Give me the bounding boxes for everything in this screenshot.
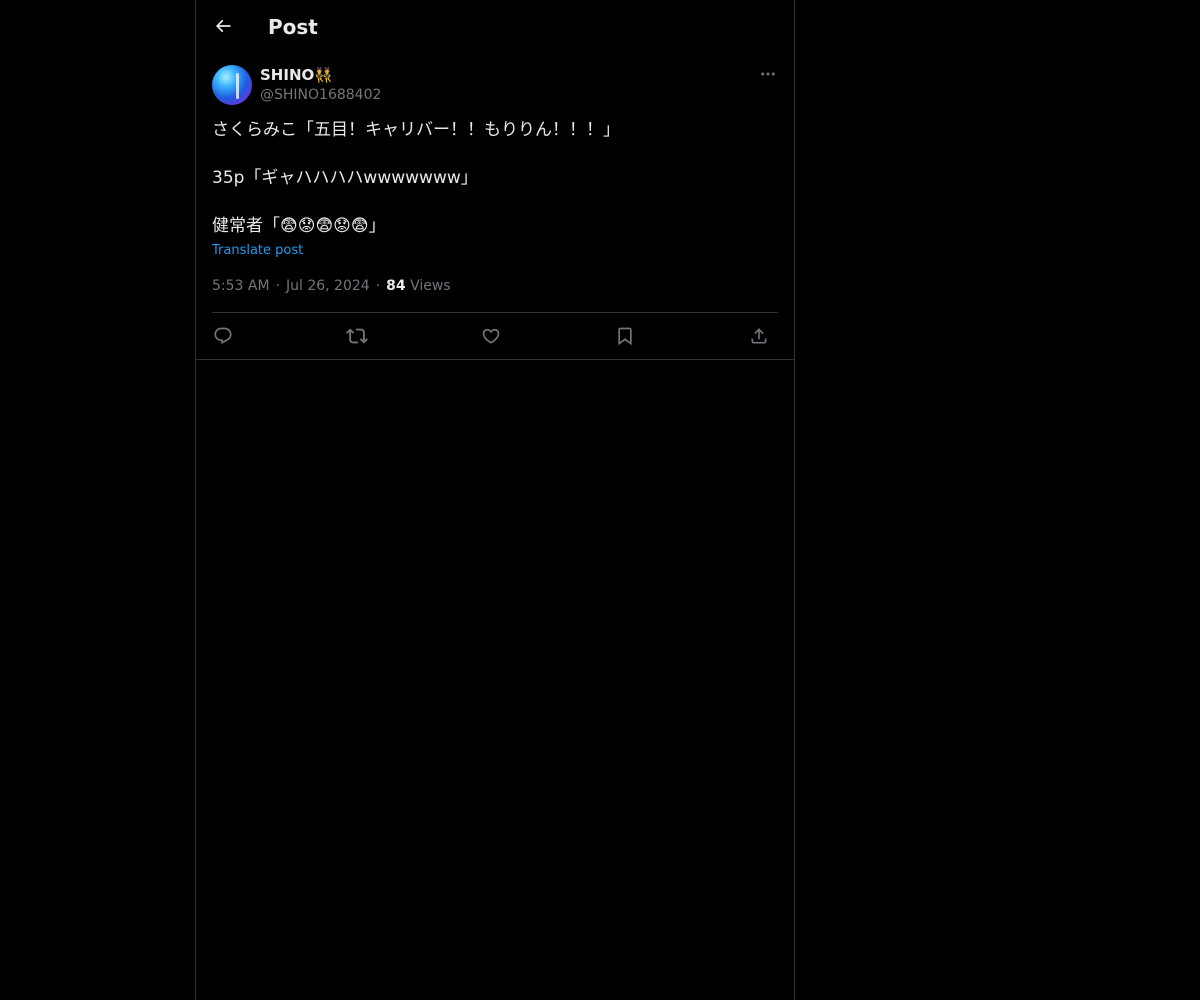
post-actions	[212, 313, 778, 359]
author-handle[interactable]: @SHINO1688402	[260, 85, 381, 105]
translate-post-link[interactable]: Translate post	[212, 241, 303, 261]
post-text-line: 35p「ギャハハハハwwwwwww」	[212, 168, 478, 188]
arrow-left-icon	[213, 16, 233, 36]
page-header: Post	[196, 0, 794, 53]
share-icon	[749, 326, 769, 346]
post-time[interactable]: 5:53 AM	[212, 278, 270, 294]
views-label: Views	[410, 278, 451, 294]
avatar[interactable]	[212, 65, 252, 105]
post-text: さくらみこ「五目！キャリバー！！もりりん！！！」 35p「ギャハハハハwwwww…	[212, 118, 778, 238]
post-date[interactable]: Jul 26, 2024	[286, 278, 370, 294]
views-count: 84	[386, 278, 406, 294]
post-author: SHINO👯 @SHINO1688402	[212, 64, 778, 106]
primary-column: Post SHINO👯 @SHINO1688402 さくらみこ「五目！キャリバー…	[195, 0, 795, 1000]
reply-icon	[213, 326, 233, 346]
post-meta: 5:53 AM · Jul 26, 2024 · 84 Views	[212, 276, 451, 296]
bookmark-button[interactable]	[614, 325, 636, 347]
reply-button[interactable]	[212, 325, 234, 347]
divider	[196, 359, 794, 360]
like-button[interactable]	[480, 325, 502, 347]
repost-icon	[346, 325, 368, 347]
post-text-line: さくらみこ「五目！キャリバー！！もりりん！！！」	[212, 120, 620, 140]
repost-button[interactable]	[346, 325, 368, 347]
heart-icon	[481, 326, 501, 346]
bookmark-icon	[615, 326, 635, 346]
more-options-button[interactable]	[758, 64, 778, 84]
separator-dot: ·	[375, 278, 381, 294]
separator-dot: ·	[275, 278, 280, 294]
back-button[interactable]	[208, 11, 238, 41]
post-text-line: 健常者「😨😟😨😟😨」	[212, 216, 386, 236]
author-name[interactable]: SHINO👯	[260, 65, 333, 85]
share-button[interactable]	[748, 325, 770, 347]
page-title: Post	[268, 15, 318, 39]
more-horizontal-icon	[759, 65, 777, 83]
